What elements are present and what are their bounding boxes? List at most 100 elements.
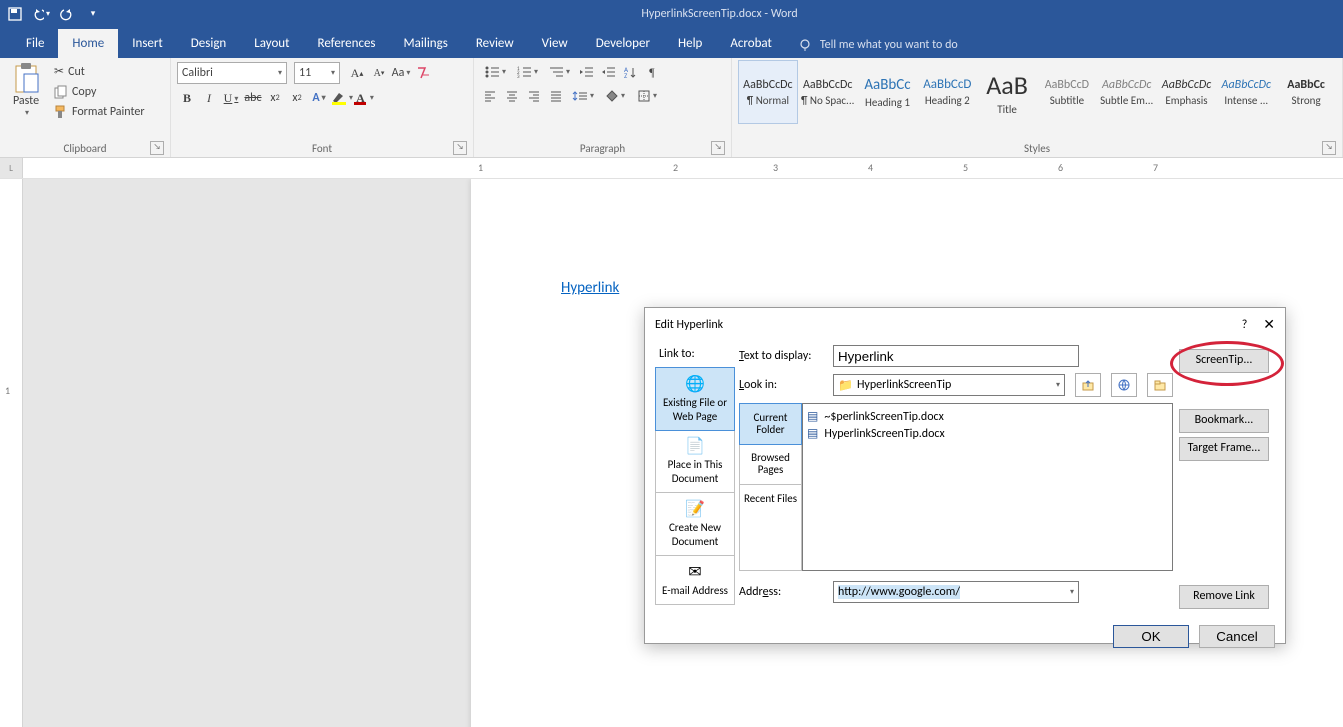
justify-button[interactable] xyxy=(546,86,566,106)
increase-indent-button[interactable] xyxy=(598,62,618,82)
decrease-font-button[interactable]: A▾ xyxy=(369,63,389,83)
copy-button[interactable]: Copy xyxy=(50,83,149,101)
paste-button[interactable]: Paste ▾ xyxy=(6,60,46,121)
tab-developer[interactable]: Developer xyxy=(582,29,664,58)
ok-button[interactable]: OK xyxy=(1113,625,1189,648)
style-no-spacing[interactable]: AaBbCcDc¶ No Spac... xyxy=(798,60,858,124)
file-item[interactable]: ▤~$perlinkScreenTip.docx xyxy=(807,408,1168,425)
font-launcher[interactable]: ↘ xyxy=(453,141,467,155)
close-button[interactable]: ✕ xyxy=(1263,316,1275,333)
tell-me[interactable]: Tell me what you want to do xyxy=(798,38,958,58)
ruler-tick-6: 6 xyxy=(1058,161,1063,174)
change-case-button[interactable]: Aa▾ xyxy=(391,63,411,83)
style-title[interactable]: AaBTitle xyxy=(977,60,1037,124)
multilevel-list-button[interactable]: ▾ xyxy=(544,62,574,82)
vertical-ruler[interactable]: 1 xyxy=(0,179,23,727)
bullets-button[interactable]: ▾ xyxy=(480,62,510,82)
style-subtle-emphasis[interactable]: AaBbCcDcSubtle Em... xyxy=(1097,60,1157,124)
font-color-button[interactable]: A▾ xyxy=(355,88,375,108)
text-to-display-input[interactable] xyxy=(833,345,1079,367)
lightbulb-icon xyxy=(798,38,812,52)
underline-button[interactable]: U▾ xyxy=(221,88,241,108)
tab-file[interactable]: File xyxy=(12,29,58,58)
tab-layout[interactable]: Layout xyxy=(240,29,303,58)
tab-references[interactable]: References xyxy=(304,29,390,58)
linkto-place-in-document[interactable]: 📄 Place in This Document xyxy=(656,430,734,493)
browse-web-button[interactable] xyxy=(1111,373,1137,397)
font-size-combo[interactable]: 11▾ xyxy=(294,62,340,84)
cut-button[interactable]: ✂Cut xyxy=(50,62,149,81)
shading-button[interactable]: ▾ xyxy=(600,86,630,106)
sort-button[interactable]: AZ xyxy=(620,62,640,82)
font-name-combo[interactable]: Calibri▾ xyxy=(177,62,287,84)
file-list[interactable]: ▤~$perlinkScreenTip.docx ▤HyperlinkScree… xyxy=(802,403,1173,571)
up-folder-button[interactable] xyxy=(1075,373,1101,397)
target-frame-button[interactable]: Target Frame... xyxy=(1179,437,1269,461)
bold-button[interactable]: B xyxy=(177,88,197,108)
tab-review[interactable]: Review xyxy=(462,29,528,58)
file-item[interactable]: ▤HyperlinkScreenTip.docx xyxy=(807,425,1168,442)
decrease-indent-button[interactable] xyxy=(576,62,596,82)
look-in-combo[interactable]: 📁HyperlinkScreenTip ▾ xyxy=(833,374,1065,396)
workspace: L 1 2 3 4 5 6 7 1 Hyperlink Edit Hyperli… xyxy=(0,158,1343,727)
browse-tab-recent-files[interactable]: Recent Files xyxy=(740,485,801,513)
remove-link-button[interactable]: Remove Link xyxy=(1179,585,1269,609)
screentip-button[interactable]: ScreenTip... xyxy=(1179,349,1269,373)
bookmark-button[interactable]: Bookmark... xyxy=(1179,409,1269,433)
linkto-create-new[interactable]: 📝 Create New Document xyxy=(656,493,734,556)
window-title: HyperlinkScreenTip.docx - Word xyxy=(102,7,1337,21)
align-center-button[interactable] xyxy=(502,86,522,106)
styles-gallery[interactable]: AaBbCcDc¶ Normal AaBbCcDc¶ No Spac... Aa… xyxy=(738,60,1336,124)
tab-design[interactable]: Design xyxy=(177,29,240,58)
undo-icon[interactable]: ▾ xyxy=(32,5,50,23)
format-painter-button[interactable]: Format Painter xyxy=(50,103,149,121)
browse-file-button[interactable] xyxy=(1147,373,1173,397)
address-combo[interactable]: http://www.google.com/ ▾ xyxy=(833,581,1079,603)
superscript-button[interactable]: x2 xyxy=(287,88,307,108)
style-subtitle[interactable]: AaBbCcDSubtitle xyxy=(1037,60,1097,124)
style-heading-1[interactable]: AaBbCcHeading 1 xyxy=(858,60,918,124)
horizontal-ruler[interactable]: L 1 2 3 4 5 6 7 xyxy=(0,158,1343,179)
style-emphasis[interactable]: AaBbCcDcEmphasis xyxy=(1157,60,1217,124)
help-button[interactable]: ? xyxy=(1242,318,1248,332)
strikethrough-button[interactable]: abc xyxy=(243,88,263,108)
show-hide-button[interactable]: ¶ xyxy=(642,62,662,82)
browse-tab-current-folder[interactable]: Current Folder xyxy=(739,403,802,445)
paragraph-launcher[interactable]: ↘ xyxy=(711,141,725,155)
style-intense-emphasis[interactable]: AaBbCcDcIntense ... xyxy=(1216,60,1276,124)
cancel-button[interactable]: Cancel xyxy=(1199,625,1275,648)
tab-view[interactable]: View xyxy=(528,29,582,58)
numbering-button[interactable]: 123▾ xyxy=(512,62,542,82)
linkto-email[interactable]: ✉ E-mail Address xyxy=(656,556,734,604)
style-strong[interactable]: AaBbCcStrong xyxy=(1276,60,1336,124)
styles-launcher[interactable]: ↘ xyxy=(1322,141,1336,155)
browse-tab-browsed-pages[interactable]: Browsed Pages xyxy=(740,444,801,485)
highlight-button[interactable]: ▾ xyxy=(331,88,353,108)
clear-formatting-button[interactable] xyxy=(413,63,433,83)
tab-home[interactable]: Home xyxy=(58,29,118,58)
tab-acrobat[interactable]: Acrobat xyxy=(716,29,786,58)
style-normal[interactable]: AaBbCcDc¶ Normal xyxy=(738,60,798,124)
linkto-existing-file[interactable]: 🌐 Existing File or Web Page xyxy=(655,367,735,431)
align-left-button[interactable] xyxy=(480,86,500,106)
tab-mailings[interactable]: Mailings xyxy=(390,29,462,58)
group-clipboard-label: Clipboard xyxy=(63,142,106,155)
tab-help[interactable]: Help xyxy=(664,29,716,58)
align-right-button[interactable] xyxy=(524,86,544,106)
folder-icon: 📁 xyxy=(838,378,853,393)
edit-hyperlink-dialog: Edit Hyperlink ? ✕ Link to: 🌐 Existing F… xyxy=(644,307,1286,644)
increase-font-button[interactable]: A▴ xyxy=(347,63,367,83)
save-icon[interactable] xyxy=(6,5,24,23)
italic-button[interactable]: I xyxy=(199,88,219,108)
clipboard-launcher[interactable]: ↘ xyxy=(150,141,164,155)
qat-customize-icon[interactable]: ▾ xyxy=(84,5,102,23)
tab-insert[interactable]: Insert xyxy=(118,29,177,58)
subscript-button[interactable]: x2 xyxy=(265,88,285,108)
line-spacing-button[interactable]: ▾ xyxy=(568,86,598,106)
style-heading-2[interactable]: AaBbCcDHeading 2 xyxy=(917,60,977,124)
borders-button[interactable]: ▾ xyxy=(632,86,662,106)
paste-label: Paste xyxy=(13,94,39,108)
redo-icon[interactable] xyxy=(58,5,76,23)
hyperlink-text[interactable]: Hyperlink xyxy=(561,279,619,297)
text-effects-button[interactable]: A▾ xyxy=(309,88,329,108)
